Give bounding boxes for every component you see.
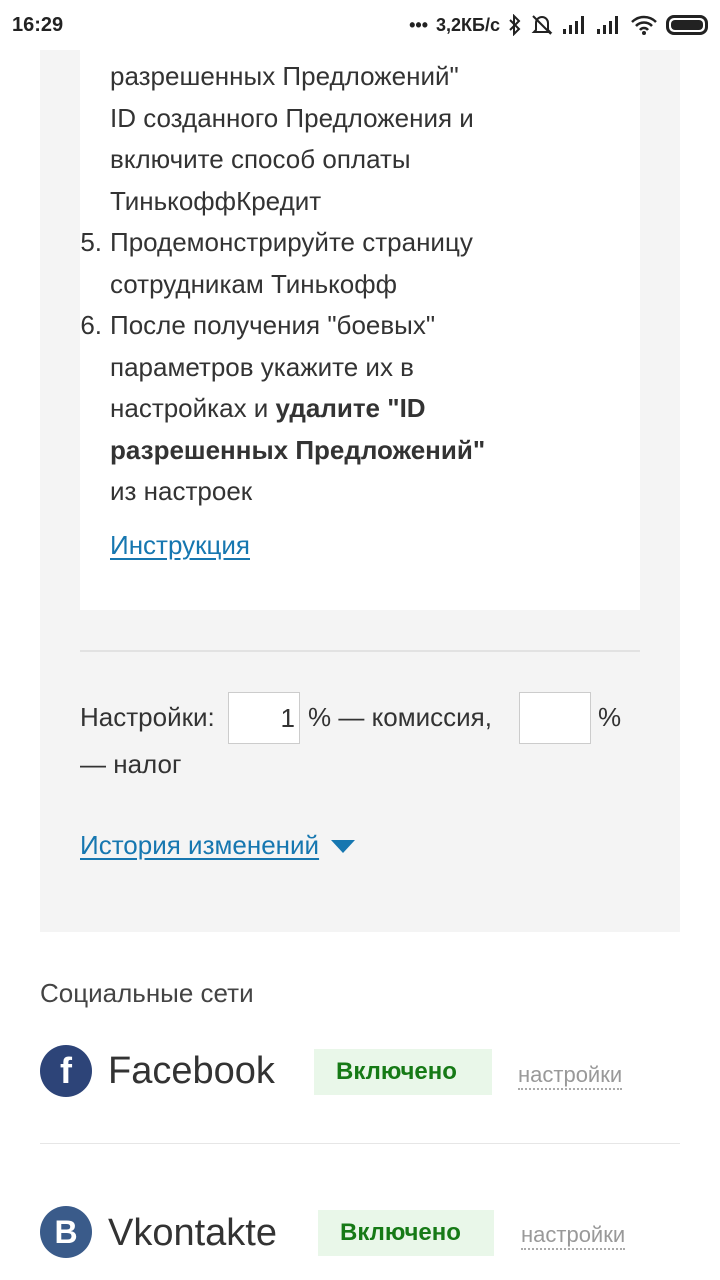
commission-input[interactable]: 1 xyxy=(228,692,300,744)
more-dots-icon: ••• xyxy=(409,14,429,35)
settings-label: Настройки: xyxy=(80,702,215,732)
step-text-line: настройках и удалите "ID xyxy=(110,388,540,430)
facebook-icon: f xyxy=(40,1045,92,1097)
step-text-line: ID созданного Предложения и xyxy=(110,102,474,133)
settings-link[interactable]: настройки xyxy=(518,1062,623,1090)
tax-suffix: — налог xyxy=(80,749,182,779)
settings-link[interactable]: настройки xyxy=(521,1222,626,1250)
step-text-bold: удалите "ID xyxy=(275,393,426,423)
social-name: Vkontakte xyxy=(108,1212,277,1254)
status-right: ••• 3,2КБ/с xyxy=(409,13,708,37)
step-5: 5. Продемонстрируйте страницу сотрудника… xyxy=(80,222,540,305)
social-section-title: Социальные сети xyxy=(40,978,254,1008)
mute-bell-icon xyxy=(530,13,554,37)
tax-input[interactable] xyxy=(519,692,591,744)
step-text-line: После получения "боевых" xyxy=(110,310,436,340)
network-speed: 3,2КБ/с xyxy=(436,14,500,35)
step-number: 5. xyxy=(80,227,102,257)
signal-icon xyxy=(596,15,622,35)
step-text-normal: настройках и xyxy=(110,393,276,423)
status-bar: 16:29 ••• 3,2КБ/с xyxy=(0,0,720,50)
step-text-line: ТинькоффКредит xyxy=(110,185,322,216)
step-text-line: Продемонстрируйте страницу xyxy=(110,227,473,257)
step-number: 6. xyxy=(80,310,102,340)
step-text-line: сотрудникам Тинькофф xyxy=(110,268,398,299)
divider xyxy=(80,650,640,652)
triangle-down-icon[interactable] xyxy=(331,840,356,853)
divider xyxy=(40,1143,680,1144)
tax-percent-sign: % xyxy=(598,702,622,732)
signal-icon xyxy=(562,15,588,35)
instruction-steps: разрешенных Предложений" ID созданного П… xyxy=(80,56,540,513)
commission-suffix: % — комиссия, xyxy=(308,702,492,732)
social-name: Facebook xyxy=(108,1050,275,1092)
social-row-vkontakte: B Vkontakte Включено настройки xyxy=(40,1180,680,1280)
status-badge: Включено xyxy=(318,1210,494,1256)
step-4-continued: разрешенных Предложений" ID созданного П… xyxy=(110,56,540,222)
social-row-facebook: f Facebook Включено настройки xyxy=(40,1020,680,1120)
vkontakte-icon: B xyxy=(40,1206,92,1258)
bluetooth-icon xyxy=(508,14,522,36)
step-text-line: разрешенных Предложений" xyxy=(110,61,459,91)
step-text-line: из настроек xyxy=(110,476,253,506)
status-time: 16:29 xyxy=(12,13,64,36)
step-text-line: параметров укажите их в xyxy=(110,351,414,382)
wifi-icon xyxy=(630,14,658,36)
step-text-bold: разрешенных Предложений" xyxy=(110,434,486,465)
history-link[interactable]: История изменений xyxy=(80,830,319,861)
instruction-link[interactable]: Инструкция xyxy=(110,530,250,561)
battery-icon xyxy=(666,15,708,35)
history-toggle[interactable]: История изменений xyxy=(80,830,356,861)
step-text-line: включите способ оплаты xyxy=(110,144,411,174)
status-badge: Включено xyxy=(314,1049,492,1095)
step-6: 6. После получения "боевых" параметров у… xyxy=(80,305,540,513)
